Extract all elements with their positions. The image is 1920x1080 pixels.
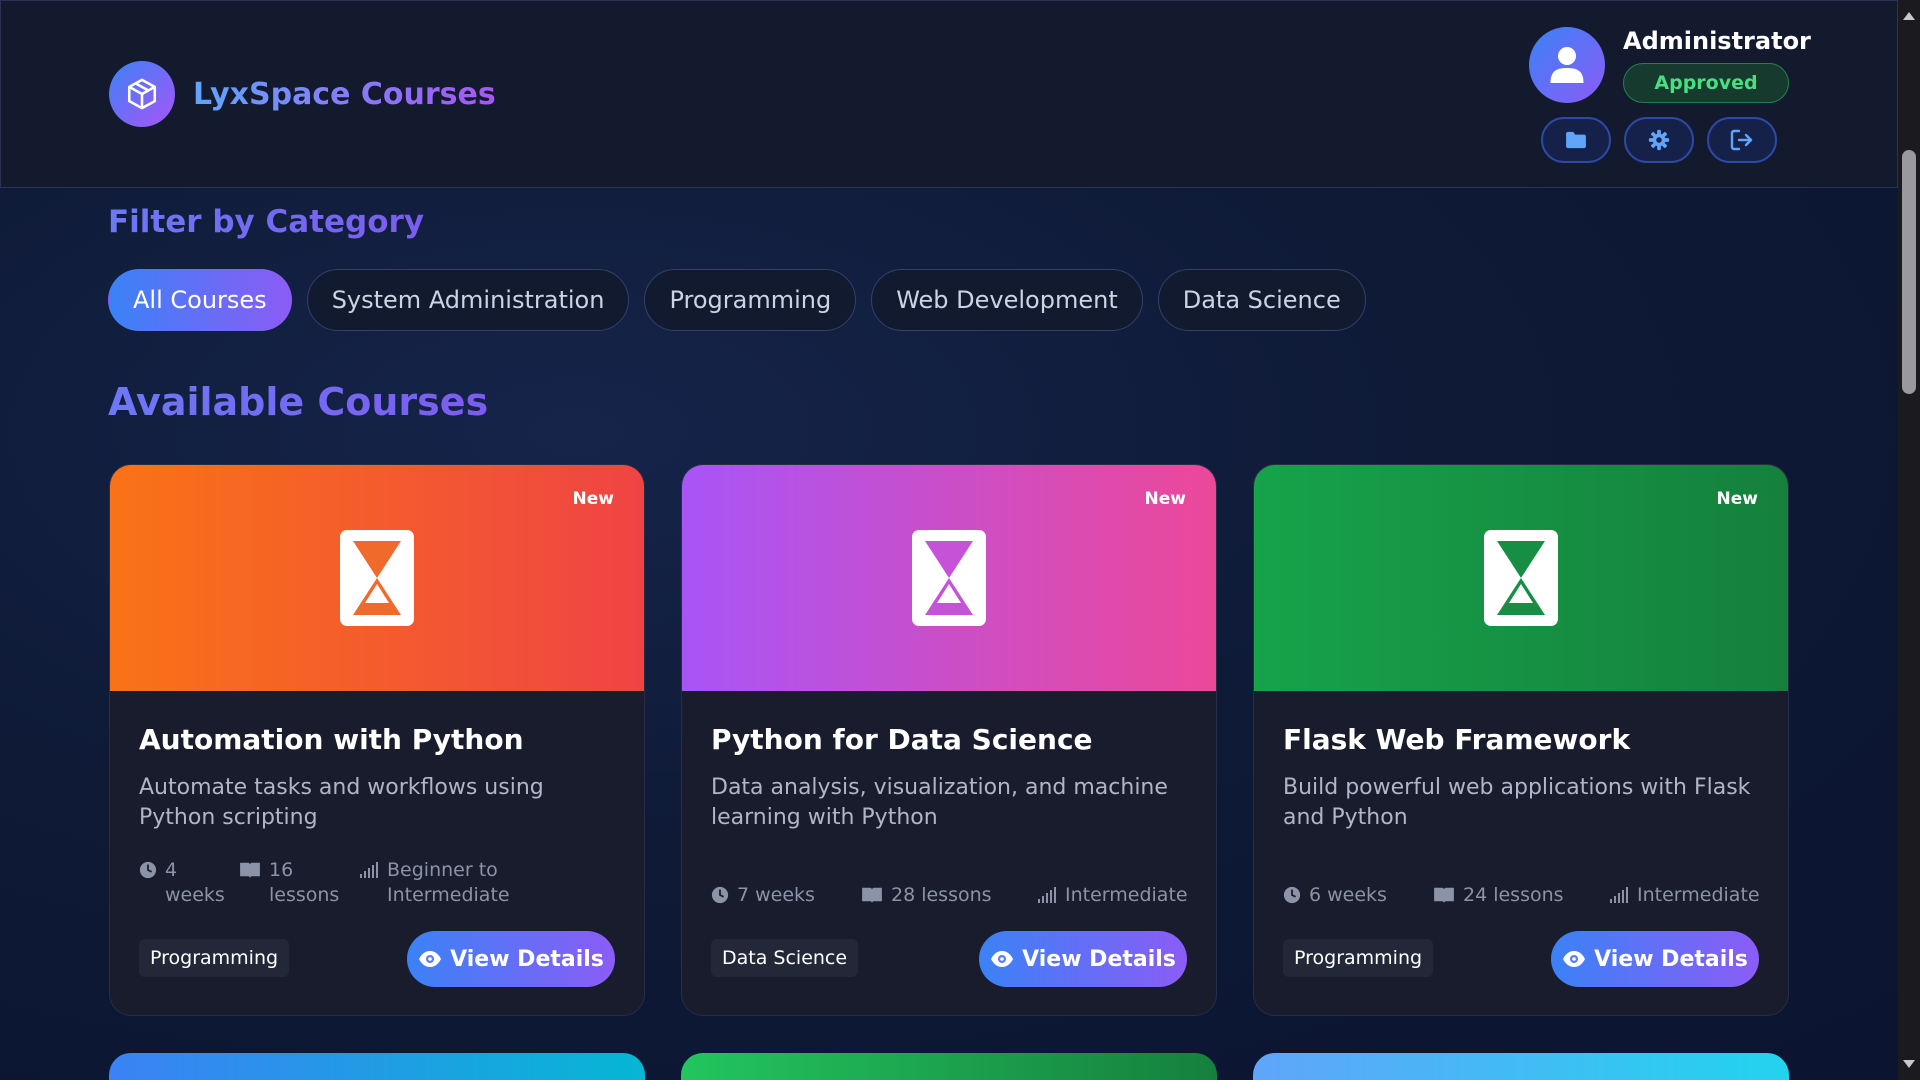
course-title: Flask Web Framework <box>1283 723 1631 756</box>
view-details-label: View Details <box>1594 946 1748 972</box>
course-card-partial[interactable] <box>109 1053 645 1080</box>
signal-bars-icon <box>360 862 378 878</box>
eye-icon <box>991 951 1014 967</box>
course-meta: 7 weeks 28 lessons Intermediate <box>711 883 1188 908</box>
level-meta: Intermediate <box>1037 883 1188 908</box>
lessons-meta: 24 lessons <box>1433 883 1609 908</box>
course-logo-icon <box>340 530 414 626</box>
signal-bars-icon <box>1038 887 1056 903</box>
course-logo-icon <box>1484 530 1558 626</box>
filter-chip-web-development[interactable]: Web Development <box>871 269 1143 331</box>
lessons-meta: 16 lessons <box>239 858 359 908</box>
lessons-text: 24 lessons <box>1463 884 1564 906</box>
eye-icon <box>1563 951 1586 967</box>
eye-icon <box>419 951 442 967</box>
lessons-meta: 28 lessons <box>861 883 1037 908</box>
new-badge: New <box>1144 489 1186 509</box>
avatar[interactable] <box>1529 27 1605 103</box>
signal-bars-icon <box>1610 887 1628 903</box>
filter-chip-programming[interactable]: Programming <box>644 269 857 331</box>
cube-icon <box>109 61 175 127</box>
clock-icon <box>1283 886 1301 904</box>
courses-title: Available Courses <box>108 380 489 424</box>
folder-icon <box>1566 131 1586 149</box>
category-tag: Data Science <box>711 939 859 977</box>
duration-meta: 4 weeks <box>139 858 239 908</box>
folder-button[interactable] <box>1541 117 1611 163</box>
course-banner: New <box>682 465 1216 691</box>
view-details-label: View Details <box>1022 946 1176 972</box>
user-panel: Administrator Approved <box>1529 27 1811 167</box>
book-icon <box>240 862 260 879</box>
user-name: Administrator <box>1623 27 1811 55</box>
view-details-button[interactable]: View Details <box>1551 931 1759 987</box>
course-card[interactable]: New Automation with Python Automate task… <box>109 464 645 1016</box>
course-meta: 4 weeks 16 lessons Beginner to Intermedi… <box>139 858 527 908</box>
logout-icon <box>1730 129 1753 151</box>
brand[interactable]: LyxSpace Courses <box>109 61 496 127</box>
new-badge: New <box>1716 489 1758 509</box>
scroll-up-arrow-icon[interactable] <box>1903 12 1915 20</box>
top-header: LyxSpace Courses Administrator Approved <box>0 0 1898 188</box>
level-text: Intermediate <box>1637 884 1760 906</box>
duration-meta: 7 weeks <box>711 883 861 908</box>
category-tag: Programming <box>139 939 290 977</box>
gear-icon <box>1648 129 1670 151</box>
duration-text: 4 weeks <box>165 859 225 906</box>
duration-text: 6 weeks <box>1309 884 1387 906</box>
settings-button[interactable] <box>1624 117 1694 163</box>
view-details-label: View Details <box>450 946 604 972</box>
logout-button[interactable] <box>1707 117 1777 163</box>
course-title: Automation with Python <box>139 723 524 756</box>
clock-icon <box>139 861 157 879</box>
course-title: Python for Data Science <box>711 723 1093 756</box>
level-text: Intermediate <box>1065 884 1188 906</box>
clock-icon <box>711 886 729 904</box>
course-description: Automate tasks and workflows using Pytho… <box>139 775 544 830</box>
level-meta: Intermediate <box>1609 883 1760 908</box>
filter-title: Filter by Category <box>108 204 425 240</box>
duration-meta: 6 weeks <box>1283 883 1433 908</box>
course-logo-icon <box>912 530 986 626</box>
filter-chip-data-science[interactable]: Data Science <box>1157 269 1366 331</box>
course-meta: 6 weeks 24 lessons Intermediate <box>1283 883 1760 908</box>
filter-chip-system-administration[interactable]: System Administration <box>306 269 630 331</box>
book-icon <box>1434 887 1454 904</box>
duration-text: 7 weeks <box>737 884 815 906</box>
scrollbar-thumb[interactable] <box>1902 150 1916 394</box>
vertical-scrollbar[interactable] <box>1898 0 1920 1080</box>
user-icon <box>1550 47 1584 83</box>
course-card-partial[interactable] <box>681 1053 1217 1080</box>
course-card-partial[interactable] <box>1253 1053 1789 1080</box>
level-text: Beginner to Intermediate <box>387 859 510 906</box>
course-card[interactable]: New Python for Data Science Data analysi… <box>681 464 1217 1016</box>
view-details-button[interactable]: View Details <box>979 931 1187 987</box>
course-description: Build powerful web applications with Fla… <box>1283 775 1751 830</box>
course-card[interactable]: New Flask Web Framework Build powerful w… <box>1253 464 1789 1016</box>
book-icon <box>862 887 882 904</box>
filter-chip-all-courses[interactable]: All Courses <box>108 269 292 331</box>
new-badge: New <box>572 489 614 509</box>
lessons-text: 16 lessons <box>269 859 340 906</box>
status-badge: Approved <box>1623 63 1789 103</box>
brand-title: LyxSpace Courses <box>193 76 496 112</box>
lessons-text: 28 lessons <box>891 884 992 906</box>
course-banner: New <box>1254 465 1788 691</box>
course-description: Data analysis, visualization, and machin… <box>711 775 1168 830</box>
scroll-down-arrow-icon[interactable] <box>1903 1060 1915 1068</box>
level-meta: Beginner to Intermediate <box>359 858 527 908</box>
category-tag: Programming <box>1283 939 1434 977</box>
page: LyxSpace Courses Administrator Approved <box>0 0 1898 1080</box>
view-details-button[interactable]: View Details <box>407 931 615 987</box>
course-banner: New <box>110 465 644 691</box>
category-filter-bar: All Courses System Administration Progra… <box>108 269 1366 331</box>
